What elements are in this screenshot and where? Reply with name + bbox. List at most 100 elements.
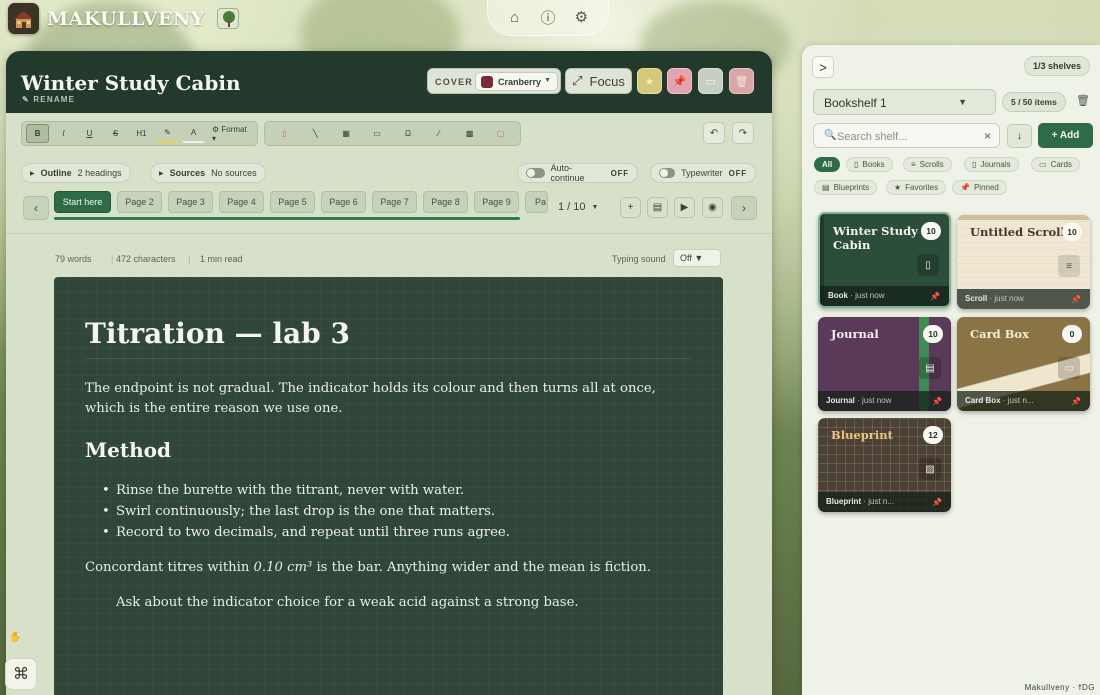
undo-button[interactable]: ↶ (703, 122, 725, 144)
page-tab[interactable]: Page 7 (372, 191, 417, 213)
page-tab[interactable]: Start here (54, 191, 111, 213)
outline-toggle[interactable]: ▶ Outline 2 headings (21, 163, 131, 183)
filter-chip-books[interactable]: ▯ Books (846, 157, 893, 172)
rename-button[interactable]: ✎ RENAME (22, 95, 75, 104)
underline-button[interactable]: U (78, 124, 101, 143)
shelf-card-journal[interactable]: Journal 10 ▤ Journal · just now 📌 (818, 317, 951, 411)
highlight-button[interactable]: ✎ (156, 124, 179, 143)
info-icon[interactable]: ⓘ (539, 8, 557, 27)
page-tab[interactable]: Page 2 (117, 191, 162, 213)
archive-icon: ▭ (705, 75, 716, 88)
card-count-badge: 10 (921, 222, 941, 240)
insert-table-icon[interactable]: ▦ (335, 124, 358, 143)
page-tab[interactable]: Page 4 (219, 191, 264, 213)
shelf-card-cardbox[interactable]: Card Box 0 ▭ Card Box · just n... 📌 (957, 317, 1090, 411)
archive-button[interactable]: ▭ (698, 68, 723, 94)
page-tab[interactable]: Pa (525, 191, 548, 213)
pin-icon[interactable]: 📌 (930, 292, 940, 301)
page-next-button[interactable]: › (731, 196, 757, 220)
card-time: · just n... (1002, 396, 1034, 405)
read-time: 1 min read (200, 254, 243, 264)
shelf-card-blueprint[interactable]: Blueprint 12 ▨ Blueprint · just n... 📌 (818, 418, 951, 512)
chevron-down-icon: ▼ (544, 77, 551, 84)
record-button[interactable]: ◉ (702, 197, 723, 218)
clear-shelf-icon[interactable]: 🗑 (1076, 94, 1090, 107)
shelf-card-scroll[interactable]: Untitled Scroll 10 ≡ Scroll · just now 📌 (957, 215, 1090, 309)
pin-icon[interactable]: 📌 (1071, 295, 1081, 304)
add-item-button[interactable]: + Add (1038, 123, 1093, 148)
italic-button[interactable]: I (52, 124, 75, 143)
document-body[interactable]: Titration — lab 3 The endpoint is not gr… (54, 277, 723, 695)
shelves-count-badge[interactable]: 1/3 shelves (1023, 56, 1090, 76)
filter-chip-blueprints[interactable]: ▤ Blueprints (814, 180, 878, 195)
shelf-select[interactable]: Bookshelf 1 ▼ (813, 89, 996, 115)
insert-symbol-icon[interactable]: Ω (396, 124, 419, 143)
chip-label: Scrolls (919, 160, 944, 169)
bold-button[interactable]: B (26, 124, 49, 143)
insert-image-icon[interactable]: ▢ (489, 124, 512, 143)
filter-chip-pinned[interactable]: 📌 Pinned (952, 180, 1007, 195)
focus-label: Focus (589, 73, 625, 89)
delete-button[interactable]: 🗑 (729, 68, 754, 94)
insert-grid-icon[interactable]: ▩ (458, 124, 481, 143)
command-icon: ⌘ (13, 666, 29, 683)
page-tab[interactable]: Page 3 (168, 191, 213, 213)
shelf-card-book[interactable]: Winter Study Cabin 10 ▯ Book · just now … (818, 212, 951, 308)
insert-divider-icon[interactable]: ⁄ (427, 124, 450, 143)
card-count-badge: 0 (1062, 325, 1082, 343)
add-page-button[interactable]: + (620, 197, 641, 218)
hand-icon[interactable]: ✋ (9, 632, 21, 643)
pin-icon[interactable]: 📌 (1071, 397, 1081, 406)
search-icon: 🔍 (824, 130, 837, 141)
tree-icon[interactable] (217, 8, 239, 29)
insert-line-icon[interactable]: ╲ (304, 124, 327, 143)
format-menu[interactable]: ⚙ Format ▾ (208, 124, 253, 143)
focus-button[interactable]: ⤢ Focus (565, 68, 632, 94)
search-placeholder: Search shelf... (837, 131, 908, 143)
pin-button[interactable]: 📌 (667, 68, 692, 94)
pin-icon[interactable]: 📌 (932, 498, 942, 507)
page-indicator[interactable]: 1 / 10 ▼ (558, 196, 610, 218)
sort-button[interactable]: ↓ (1007, 124, 1032, 148)
document-title[interactable]: Winter Study Cabin (21, 71, 241, 95)
insert-page-icon[interactable]: ▯ (273, 124, 296, 143)
page-tab[interactable]: Page 6 (321, 191, 366, 213)
shelf-search-input[interactable]: 🔍 Search shelf... × (813, 123, 1000, 148)
filter-chip-cards[interactable]: ▭ Cards (1031, 157, 1080, 172)
insert-box-icon[interactable]: ▭ (366, 124, 389, 143)
auto-continue-toggle[interactable]: Auto-continue OFF (517, 163, 638, 183)
app-logo[interactable] (8, 3, 39, 34)
clear-search-icon[interactable]: × (984, 129, 991, 143)
filter-chip-favorites[interactable]: ★ Favorites (886, 180, 947, 195)
page-progress (54, 217, 520, 220)
card-icon: ▭ (1039, 160, 1047, 169)
typewriter-toggle[interactable]: Typewriter OFF (650, 163, 756, 183)
filter-chip-scrolls[interactable]: ≡ Scrolls (903, 157, 952, 172)
app-title: MAKULLVENY (47, 8, 205, 30)
filter-chip-all[interactable]: All (814, 157, 841, 172)
page-notes-button[interactable]: ▤ (647, 197, 668, 218)
page-tab[interactable]: Page 5 (270, 191, 315, 213)
pin-icon[interactable]: 📌 (932, 397, 942, 406)
filter-chip-journals[interactable]: ▯ Journals (964, 157, 1019, 172)
page-prev-button[interactable]: ‹ (23, 196, 49, 220)
favorite-button[interactable]: ★ (637, 68, 662, 94)
heading-button[interactable]: H1 (130, 124, 153, 143)
list-item: Rinse the burette with the titrant, neve… (102, 480, 510, 501)
strikethrough-button[interactable]: S (104, 124, 127, 143)
box-icon: ▭ (1058, 357, 1080, 379)
page-tab[interactable]: Page 8 (423, 191, 468, 213)
redo-button[interactable]: ↷ (732, 122, 754, 144)
text-color-button[interactable]: A (182, 124, 205, 143)
gear-icon[interactable]: ⚙ (572, 8, 590, 26)
chip-label: Cards (1050, 160, 1072, 169)
sources-toggle[interactable]: ▶ Sources No sources (150, 163, 266, 183)
emphasis-text: 0.10 cm³ (253, 560, 313, 575)
command-palette-button[interactable]: ⌘ (5, 658, 37, 690)
home-icon[interactable]: ⌂ (506, 8, 524, 26)
cover-select[interactable]: Cranberry ▼ (475, 72, 558, 91)
typing-sound-select[interactable]: Off ▼ (673, 249, 721, 267)
play-button[interactable]: ▶ (674, 197, 695, 218)
page-tab[interactable]: Page 9 (474, 191, 519, 213)
collapse-panel-button[interactable]: > (812, 56, 834, 78)
